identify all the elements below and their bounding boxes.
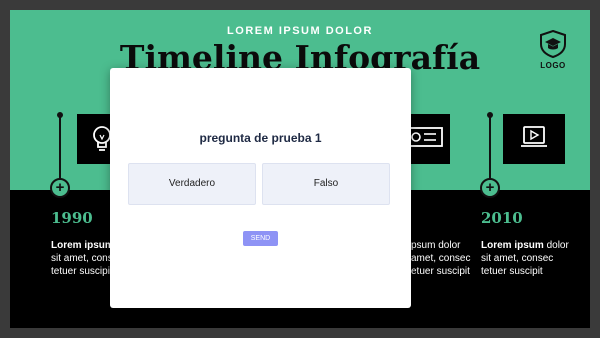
logo: LOGO xyxy=(536,30,570,70)
timeline-line xyxy=(489,115,491,183)
slide-subtitle: LOREM IPSUM DOLOR xyxy=(227,25,373,37)
desc-bold: Lorem ipsum xyxy=(481,240,544,251)
desc-bold: Lorem ipsum xyxy=(51,240,114,251)
year-label: 2010 xyxy=(481,209,523,227)
answer-option-false[interactable]: Falso xyxy=(262,163,390,205)
timeline-line xyxy=(59,115,61,183)
logo-text: LOGO xyxy=(540,61,566,70)
video-player-icon xyxy=(521,126,547,147)
desc-line1: dolor xyxy=(543,240,569,251)
question-text: pregunta de prueba 1 xyxy=(199,131,322,145)
desc-line3: etuer suscipit xyxy=(411,266,470,277)
desc-line2: amet, consec xyxy=(411,253,471,264)
expand-plus-icon[interactable]: + xyxy=(50,178,70,198)
desc-line2: sit amet, consec xyxy=(481,253,554,264)
send-button[interactable]: SEND xyxy=(243,231,278,246)
desc-line3: tetuer suscipit xyxy=(481,266,543,277)
answer-option-true[interactable]: Verdadero xyxy=(128,163,256,205)
year-label: 1990 xyxy=(51,209,93,227)
icon-box xyxy=(503,114,565,164)
year-description: psum dolor amet, consec etuer suscipit xyxy=(411,239,471,278)
graduation-cap-shield-icon xyxy=(540,30,566,58)
year-description: Lorem ipsum dolor sit amet, consec tetue… xyxy=(481,239,577,278)
desc-line3: tetuer suscipit xyxy=(51,266,113,277)
quiz-dialog: pregunta de prueba 1 Verdadero Falso SEN… xyxy=(110,68,411,308)
desc-line1: psum dolor xyxy=(411,240,461,251)
expand-plus-icon[interactable]: + xyxy=(480,178,500,198)
